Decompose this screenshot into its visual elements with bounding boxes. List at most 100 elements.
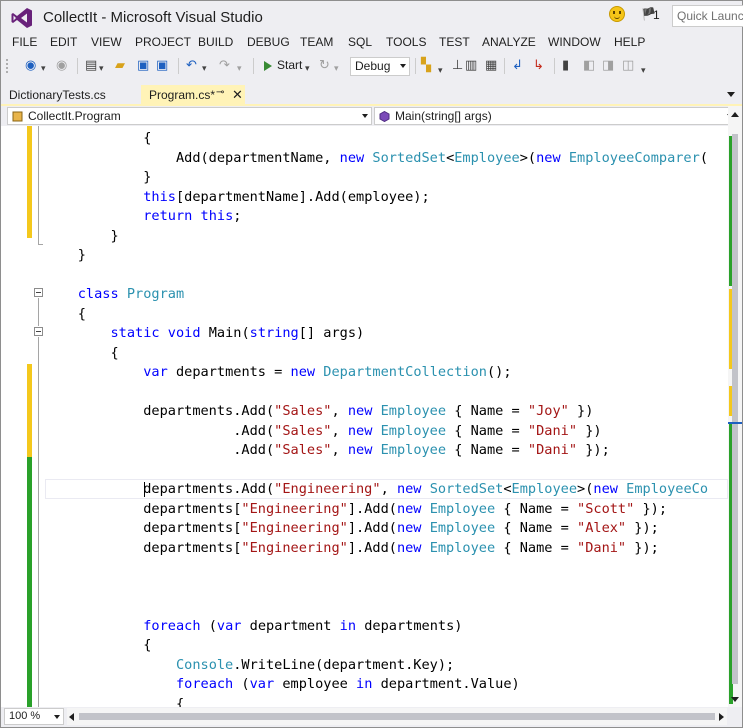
code-line[interactable]: departments["Engineering"].Add(new Emplo…	[45, 500, 667, 520]
quick-launch-input[interactable]: Quick Launch	[672, 5, 743, 27]
navigate-forward-icon[interactable]: ◉	[56, 57, 67, 73]
code-line[interactable]: static void Main(string[] args)	[45, 324, 364, 344]
code-line[interactable]: class Program	[45, 285, 184, 305]
code-line[interactable]: Add(departmentName, new SortedSet<Employ…	[45, 149, 708, 169]
tab-dictionary-tests[interactable]: DictionaryTests.cs	[1, 85, 141, 105]
collapse-class-icon[interactable]	[34, 288, 43, 297]
scroll-up-icon[interactable]	[731, 112, 739, 117]
step-into-icon[interactable]: ↲	[512, 57, 523, 73]
code-line[interactable]: }	[45, 227, 118, 247]
find-in-files-icon[interactable]: ▚	[421, 57, 431, 73]
refresh-icon[interactable]: ↻	[319, 57, 330, 73]
next-bookmark-icon[interactable]: ◨	[602, 57, 614, 73]
back-dropdown-icon[interactable]: ▾	[41, 60, 46, 76]
member-scope-dropdown[interactable]: Main(string[] args)	[374, 107, 737, 125]
start-play-icon[interactable]	[264, 61, 272, 71]
menu-tools[interactable]: TOOLS	[386, 35, 426, 49]
undo-dropdown-icon[interactable]: ▾	[202, 60, 207, 76]
zoom-select[interactable]: 100 %	[4, 708, 64, 725]
feedback-smiley-icon[interactable]	[609, 6, 625, 22]
code-line[interactable]: }	[45, 168, 151, 188]
close-tab-icon[interactable]: ✕	[232, 87, 243, 103]
code-line[interactable]: departments.Add("Sales", new Employee { …	[45, 402, 593, 422]
new-project-icon[interactable]: ▤	[85, 57, 97, 73]
code-line[interactable]: {	[45, 636, 151, 656]
solution-explorer-icon[interactable]: ▥	[465, 57, 477, 73]
prev-bookmark-icon[interactable]: ◧	[583, 57, 595, 73]
code-line[interactable]: }	[45, 246, 86, 266]
menu-bar: FILE EDIT VIEW PROJECT BUILD DEBUG TEAM …	[1, 33, 742, 53]
toolbar-options-icon[interactable]: ▾	[641, 62, 646, 78]
menu-help[interactable]: HELP	[614, 35, 645, 49]
code-line[interactable]: departments["Engineering"].Add(new Emplo…	[45, 519, 659, 539]
clear-bookmarks-icon[interactable]: ◫	[622, 57, 634, 73]
code-token: new	[347, 422, 373, 439]
start-dropdown-icon[interactable]: ▾	[305, 60, 310, 76]
menu-file[interactable]: FILE	[12, 35, 37, 49]
menu-debug[interactable]: DEBUG	[247, 35, 290, 49]
toggle-icon[interactable]: ⊥	[452, 57, 463, 73]
code-line[interactable]: this[departmentName].Add(employee);	[45, 188, 429, 208]
save-icon[interactable]: ▣	[137, 57, 149, 73]
redo-dropdown-icon[interactable]: ▾	[237, 60, 242, 76]
open-file-icon[interactable]: ▰	[115, 57, 125, 73]
menu-window[interactable]: WINDOW	[548, 35, 601, 49]
menu-sql[interactable]: SQL	[348, 35, 372, 49]
code-line[interactable]: {	[45, 129, 151, 149]
step-over-icon[interactable]: ↳	[533, 57, 544, 73]
menu-analyze[interactable]: ANALYZE	[482, 35, 536, 49]
indicator-margin[interactable]	[1, 126, 23, 707]
scroll-right-icon[interactable]	[719, 713, 724, 721]
code-line[interactable]: foreach (var department in departments)	[45, 617, 462, 637]
toolbar-grip[interactable]	[5, 58, 9, 74]
code-line[interactable]: Console.WriteLine(department.Key);	[45, 656, 454, 676]
code-line[interactable]: departments["Engineering"].Add(new Emplo…	[45, 539, 659, 559]
code-line[interactable]: foreach (var employee in department.Valu…	[45, 675, 520, 695]
refresh-dropdown-icon[interactable]: ▾	[334, 60, 339, 76]
save-all-icon[interactable]: ▣	[156, 57, 168, 73]
menu-edit[interactable]: EDIT	[50, 35, 77, 49]
new-project-dropdown-icon[interactable]: ▾	[99, 60, 104, 76]
properties-icon[interactable]: ▦	[485, 57, 497, 73]
menu-view[interactable]: VIEW	[91, 35, 122, 49]
code-token: in	[356, 676, 373, 692]
vertical-scrollbar[interactable]	[728, 106, 742, 707]
pin-tab-icon[interactable]: ⊸	[216, 87, 224, 98]
scroll-thumb[interactable]	[732, 134, 738, 684]
scroll-left-icon[interactable]	[69, 713, 74, 721]
horizontal-scrollbar[interactable]	[67, 708, 727, 725]
type-scope-dropdown[interactable]: CollectIt.Program	[7, 107, 372, 125]
horizontal-scroll-thumb[interactable]	[79, 713, 715, 720]
code-line[interactable]: {	[45, 344, 118, 364]
code-token: departments =	[167, 364, 291, 380]
code-editor[interactable]: { Add(departmentName, new SortedSet<Empl…	[1, 126, 728, 707]
find-dropdown-icon[interactable]: ▾	[438, 62, 443, 78]
tab-program-cs[interactable]: Program.cs*	[141, 85, 245, 105]
code-token: "Joy"	[527, 403, 569, 419]
collapse-method-icon[interactable]	[34, 327, 43, 336]
menu-team[interactable]: TEAM	[300, 35, 333, 49]
scroll-down-icon[interactable]	[731, 697, 739, 702]
code-line[interactable]: .Add("Sales", new Employee { Name = "Dan…	[45, 422, 601, 442]
tab-list-dropdown-icon[interactable]	[727, 92, 735, 97]
menu-test[interactable]: TEST	[439, 35, 470, 49]
undo-icon[interactable]: ↶	[186, 57, 197, 73]
code-line[interactable]: {	[45, 305, 86, 325]
navigate-back-icon[interactable]: ◉	[25, 57, 36, 73]
code-token: });	[626, 539, 659, 556]
code-line[interactable]: .Add("Sales", new Employee { Name = "Dan…	[45, 441, 610, 461]
start-button[interactable]: Start	[277, 58, 302, 72]
code-line[interactable]: return this;	[45, 207, 241, 227]
menu-build[interactable]: BUILD	[198, 35, 233, 49]
code-token: Program	[126, 286, 185, 302]
code-token: "Engineering"	[241, 500, 348, 517]
bookmark-icon[interactable]: ▮	[562, 57, 569, 73]
menu-project[interactable]: PROJECT	[135, 35, 191, 49]
code-line[interactable]: var departments = new DepartmentCollecti…	[45, 363, 511, 383]
redo-icon[interactable]: ↷	[219, 57, 230, 73]
solution-configuration-select[interactable]: Debug	[350, 57, 410, 76]
code-line[interactable]: {	[45, 695, 184, 708]
